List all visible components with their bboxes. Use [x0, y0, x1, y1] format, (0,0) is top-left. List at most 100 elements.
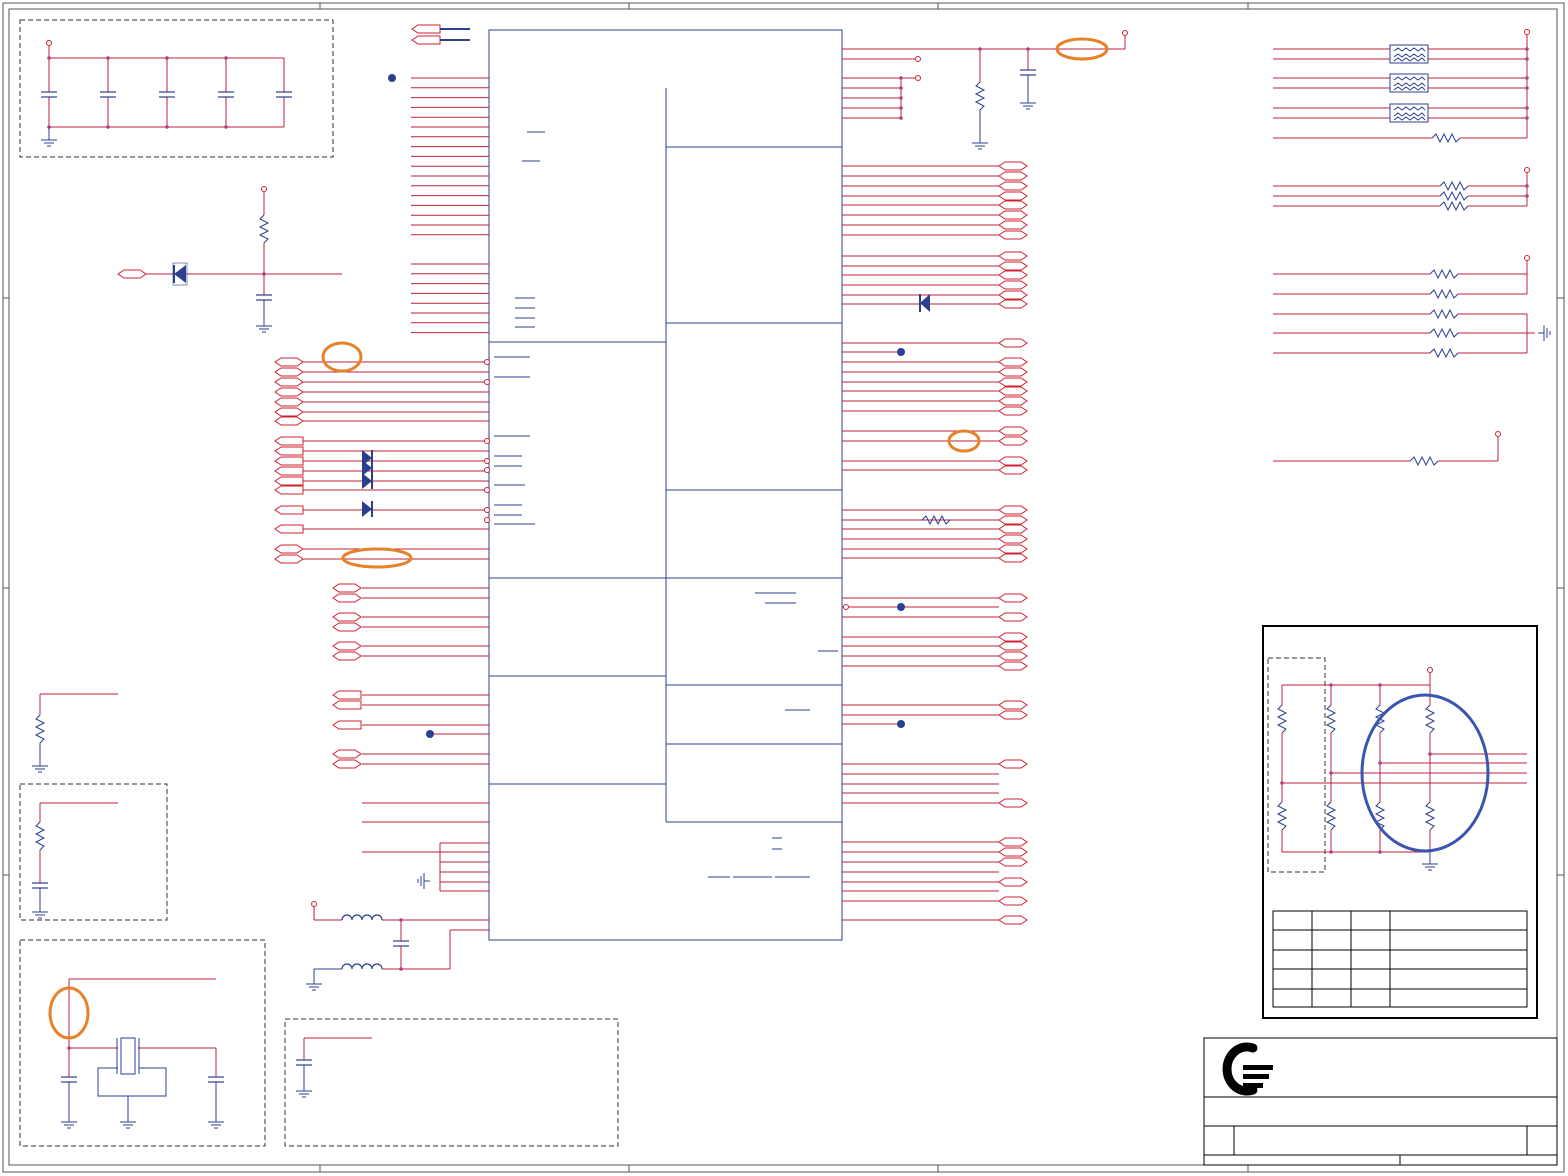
- offpage-port-icon: [998, 798, 1028, 808]
- offpage-port-icon: [998, 357, 1028, 367]
- diode-icon: [172, 262, 188, 286]
- offpage-port-icon: [332, 622, 362, 632]
- offpage-port-icon: [332, 612, 362, 622]
- mcu-ic-block: [488, 29, 843, 941]
- offpage-port-icon: [274, 436, 304, 446]
- offpage-port-icon: [274, 407, 304, 417]
- offpage-port-icon: [998, 710, 1028, 720]
- offpage-port-icon: [998, 515, 1028, 525]
- offpage-port-icon: [998, 280, 1028, 290]
- offpage-port-icon: [998, 396, 1028, 406]
- revision-table: [1272, 910, 1528, 1008]
- offpage-port-icon: [274, 485, 304, 495]
- schematic-sheet: [2, 2, 1565, 1173]
- offpage-port-icon: [998, 299, 1028, 309]
- offpage-port-icon: [998, 210, 1028, 220]
- offpage-port-icon: [998, 161, 1028, 171]
- offpage-port-icon: [998, 377, 1028, 387]
- offpage-port-icon: [998, 191, 1028, 201]
- offpage-port-icon: [998, 651, 1028, 661]
- offpage-port-icon: [998, 847, 1028, 857]
- vcc-filter: [842, 30, 1128, 150]
- offpage-port-icon: [274, 524, 304, 534]
- resistor-ladder-panel: [1262, 625, 1538, 1019]
- offpage-port-icon: [332, 641, 362, 651]
- pin-marker: [484, 458, 490, 464]
- crystal-icon: [116, 1037, 140, 1075]
- offpage-port-icon: [274, 357, 304, 367]
- diode-icon: [362, 460, 373, 476]
- pin-marker: [484, 438, 490, 444]
- offpage-port-icon: [998, 641, 1028, 651]
- offpage-port-icon: [332, 700, 362, 710]
- pin-marker: [484, 359, 490, 365]
- left-pulldown: [31, 693, 118, 773]
- reset-circuit: [117, 186, 342, 333]
- offpage-port-icon: [998, 338, 1028, 348]
- pin-marker: [484, 507, 490, 513]
- offpage-port-icon: [998, 661, 1028, 671]
- offpage-port-icon: [998, 426, 1028, 436]
- offpage-port-icon: [998, 837, 1028, 847]
- right-diode: [843, 294, 951, 728]
- offpage-port-icon: [332, 651, 362, 661]
- offpage-port-icon: [998, 220, 1028, 230]
- offpage-port-icon: [274, 367, 304, 377]
- offpage-port-icon: [332, 583, 362, 593]
- diode-icon: [362, 473, 373, 489]
- offpage-port-icon: [998, 270, 1028, 280]
- pullup-resistors: [1273, 167, 1530, 211]
- offpage-port-icon: [274, 416, 304, 426]
- sheet-frame: [2, 2, 1565, 1173]
- offpage-port-icon: [998, 553, 1028, 563]
- pin-marker: [484, 379, 490, 385]
- notes-box: [284, 1018, 619, 1147]
- offpage-port-icon: [998, 593, 1028, 603]
- offpage-port-icon: [998, 896, 1028, 906]
- offpage-port-icon: [998, 544, 1028, 554]
- offpage-port-icon: [998, 612, 1028, 622]
- offpage-port-icon: [998, 230, 1028, 240]
- offpage-port-icon: [998, 290, 1028, 300]
- offpage-port-icon: [274, 446, 304, 456]
- offpage-port-icon: [274, 554, 304, 564]
- pin-marker: [484, 467, 490, 473]
- offpage-port-icon: [332, 759, 362, 769]
- offpage-port-icon: [332, 749, 362, 759]
- offpage-port-icon: [998, 171, 1028, 181]
- series-resistors: [1273, 255, 1551, 466]
- offpage-port-icon: [998, 436, 1028, 446]
- offpage-port-icon: [274, 476, 304, 486]
- offpage-port-icon: [274, 544, 304, 554]
- offpage-port-icon: [998, 406, 1028, 416]
- offpage-port-icon: [332, 720, 362, 730]
- decoupling-cap-group: [19, 19, 334, 158]
- company-logo-icon: [1222, 1042, 1273, 1096]
- pin-marker: [484, 517, 490, 523]
- offpage-port-icon: [998, 261, 1028, 271]
- offpage-port-icon: [998, 524, 1028, 534]
- offpage-port-icon: [998, 251, 1028, 261]
- offpage-port-icon: [274, 466, 304, 476]
- offpage-port-icon: [332, 690, 362, 700]
- offpage-port-icon: [998, 367, 1028, 377]
- offpage-port-icon: [274, 505, 304, 515]
- offpage-port-icon: [998, 200, 1028, 210]
- offpage-port-icon: [998, 534, 1028, 544]
- offpage-port-icon: [998, 857, 1028, 867]
- mcu-right-nets: [842, 87, 1028, 925]
- offpage-port-icon: [998, 632, 1028, 642]
- offpage-port-icon: [274, 387, 304, 397]
- analog-supply-filter: [305, 843, 489, 991]
- offpage-port-icon: [998, 465, 1028, 475]
- offpage-port-icon: [998, 700, 1028, 710]
- offpage-port-icon: [998, 386, 1028, 396]
- offpage-port-icon: [998, 181, 1028, 191]
- offpage-port-icon: [332, 593, 362, 603]
- offpage-port-icon: [998, 877, 1028, 887]
- offpage-port-icon: [274, 397, 304, 407]
- diode-icon: [362, 501, 373, 517]
- offpage-port-icon: [274, 377, 304, 387]
- top-connector: [388, 24, 470, 82]
- offpage-port-icon: [998, 456, 1028, 466]
